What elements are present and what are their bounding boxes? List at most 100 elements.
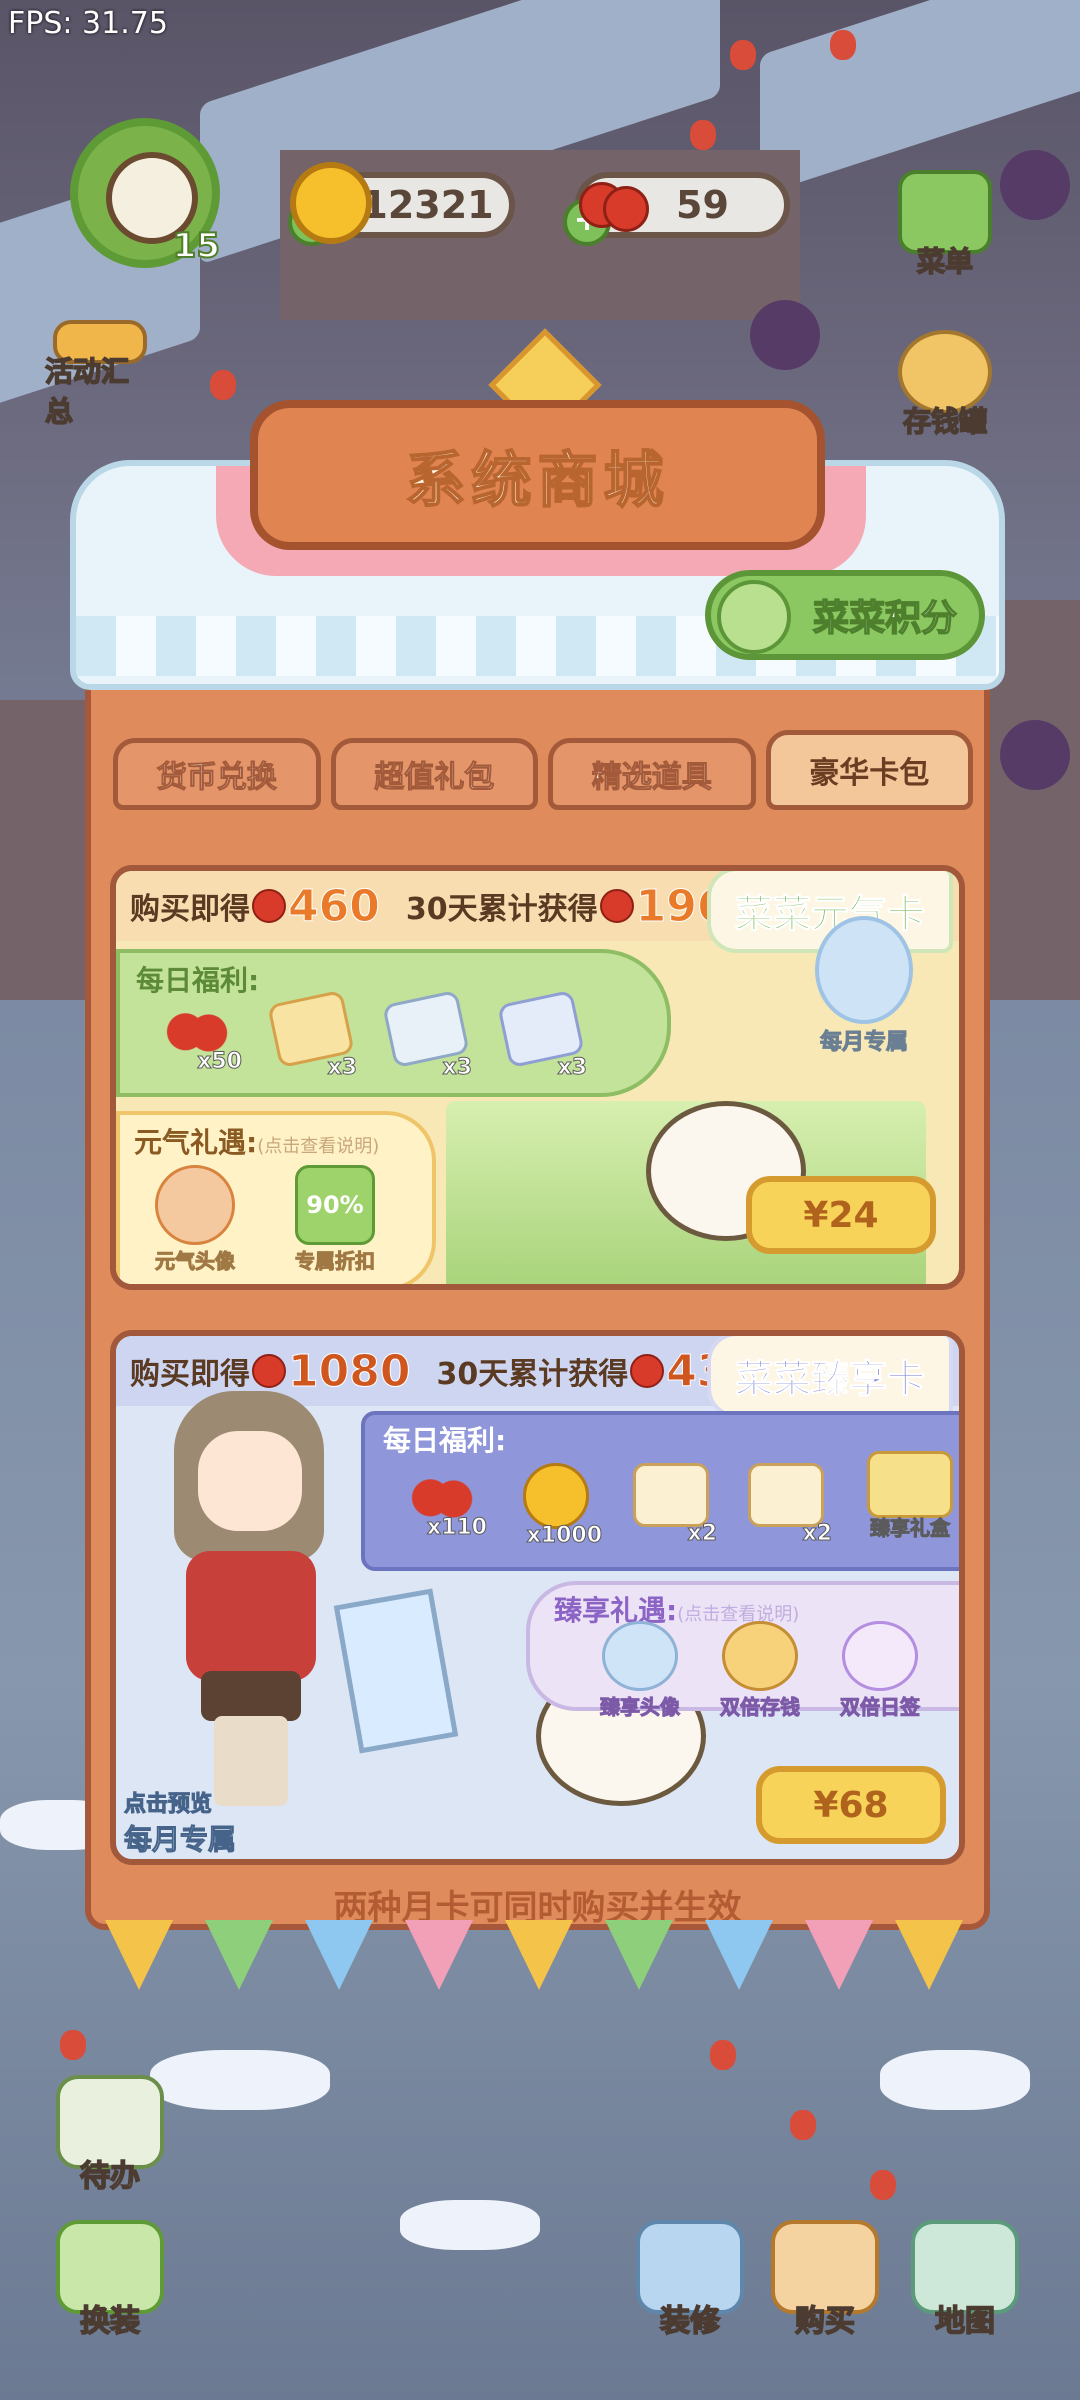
outfit-preview[interactable] bbox=[156, 1391, 346, 1821]
vegetable-points-button[interactable]: 菜菜积分 bbox=[705, 570, 985, 660]
premium-gift-perks[interactable]: 臻享礼遇:(点击查看说明) 臻享头像 双倍存钱 双倍日签 bbox=[526, 1581, 959, 1720]
event-summary-button[interactable]: 活动汇总 bbox=[44, 320, 155, 430]
bunting-decoration bbox=[85, 1920, 990, 2000]
decorate-button[interactable]: 装修 bbox=[630, 2220, 750, 2340]
reward-qty: x1000 bbox=[526, 1523, 602, 1549]
crown-box-icon bbox=[748, 1463, 824, 1527]
reward-item: x110 bbox=[395, 1463, 488, 1553]
reward-qty: x3 bbox=[327, 1055, 357, 1081]
perk-double-checkin: 双倍日签 bbox=[820, 1621, 940, 1721]
perk-avatar: 元气头像 bbox=[140, 1165, 250, 1275]
todo-button[interactable]: 待办 bbox=[50, 2075, 170, 2195]
event-summary-label: 活动汇总 bbox=[44, 354, 130, 429]
energy-card-buy-button[interactable]: ¥24 bbox=[746, 1176, 936, 1254]
discount-icon: 90% bbox=[295, 1165, 375, 1245]
dress-up-label: 换装 bbox=[79, 2303, 141, 2340]
premium-card: 购买即得 1080 30天累计获得 4380 菜菜臻享卡 点击预览 每月专属 每… bbox=[110, 1330, 965, 1865]
premium-daily-rewards: 每日福利: x110 x1000 x2 x2 臻享礼盒 bbox=[361, 1411, 959, 1571]
buy-get-label: 购买即得 bbox=[130, 892, 250, 927]
daily-label: 每日福利: bbox=[136, 964, 260, 997]
piggy-bank-button[interactable]: 存钱罐 bbox=[890, 330, 1000, 440]
daily-label: 每日福利: bbox=[383, 1424, 507, 1457]
tab-featured-items[interactable]: 精选道具 bbox=[548, 738, 756, 810]
avatar-frame-icon bbox=[155, 1165, 235, 1245]
reward-qty: x3 bbox=[442, 1055, 472, 1081]
shop-title-board: 系统商城 bbox=[250, 400, 825, 550]
perk-avatar: 臻享头像 bbox=[580, 1621, 700, 1721]
gift-title: 元气礼遇:(点击查看说明) bbox=[134, 1121, 379, 1161]
energy-gift-perks[interactable]: 元气礼遇:(点击查看说明) 元气头像 90% 专属折扣 bbox=[116, 1111, 436, 1284]
reward-qty: x2 bbox=[802, 1521, 832, 1547]
cherry-icon bbox=[406, 1463, 476, 1521]
fps-counter: FPS: 31.75 bbox=[8, 6, 168, 41]
reward-qty: x2 bbox=[687, 1521, 717, 1547]
reward-item: x3 bbox=[380, 989, 472, 1087]
perk-label: 专属折扣 bbox=[295, 1249, 376, 1274]
perk-label: 双倍存钱 bbox=[720, 1695, 801, 1720]
reward-item: x1000 bbox=[510, 1463, 603, 1553]
tab-value-packs[interactable]: 超值礼包 bbox=[330, 738, 538, 810]
map-button[interactable]: 地图 bbox=[905, 2220, 1025, 2340]
player-avatar[interactable]: 15 bbox=[70, 118, 221, 268]
menu-label: 菜单 bbox=[916, 244, 974, 279]
map-label: 地图 bbox=[934, 2303, 996, 2340]
coin-amount: 12321 bbox=[361, 183, 494, 227]
cherry-icon bbox=[599, 889, 634, 923]
preview-big-label: 每月专属 bbox=[123, 1823, 237, 1857]
total-label: 30天累计获得 bbox=[405, 892, 598, 927]
perk-label: 臻享头像 bbox=[600, 1695, 681, 1720]
reward-item: x3 bbox=[265, 989, 357, 1087]
reward-item: x2 bbox=[740, 1463, 832, 1553]
todo-label: 待办 bbox=[79, 2158, 141, 2195]
preview-label[interactable]: 点击预览 每月专属 bbox=[123, 1786, 237, 1858]
cherry-icon bbox=[252, 1354, 286, 1388]
cherry-icon bbox=[575, 158, 649, 232]
gift-hint: (点击查看说明) bbox=[257, 1136, 380, 1157]
reward-qty: x50 bbox=[197, 1049, 243, 1075]
energy-card: 购买即得 460 30天累计获得 1960 菜菜元气卡 每日福利: x50 x3 bbox=[110, 865, 965, 1290]
shop-title: 系统商城 bbox=[405, 445, 670, 517]
cherry-icon bbox=[161, 997, 231, 1055]
gift-label: 元气礼遇: bbox=[134, 1126, 258, 1159]
cabbage-icon bbox=[717, 580, 791, 654]
piggy-bank-label: 存钱罐 bbox=[902, 404, 988, 439]
gift-box-label: 臻享礼盒 bbox=[870, 1516, 951, 1541]
tab-deluxe-cards[interactable]: 豪华卡包 bbox=[765, 730, 973, 810]
gift-box-icon bbox=[867, 1451, 953, 1518]
vegetable-points-label: 菜菜积分 bbox=[812, 597, 958, 640]
preview-small-label: 点击预览 bbox=[123, 1792, 213, 1818]
checkin-icon bbox=[842, 1621, 918, 1691]
dress-up-button[interactable]: 换装 bbox=[50, 2220, 170, 2340]
cherry-amount: 59 bbox=[676, 183, 729, 227]
menu-button[interactable]: 菜单 bbox=[890, 170, 1000, 280]
reward-item: x2 bbox=[625, 1463, 717, 1553]
premium-card-buy-button[interactable]: ¥68 bbox=[756, 1766, 946, 1844]
mirror-icon bbox=[333, 1588, 459, 1754]
ice-sculpture-icon bbox=[815, 916, 913, 1024]
coin-icon bbox=[290, 162, 372, 244]
total-label: 30天累计获得 bbox=[436, 1357, 629, 1392]
buy-button[interactable]: 购买 bbox=[765, 2220, 885, 2340]
monthly-exclusive-item[interactable]: 每月专属 bbox=[804, 916, 924, 1056]
reward-item: x3 bbox=[495, 989, 587, 1087]
buy-get-label: 购买即得 bbox=[130, 1357, 250, 1392]
perk-discount: 90% 专属折扣 bbox=[280, 1165, 390, 1275]
sprout-box-icon bbox=[633, 1463, 709, 1527]
perk-label: 元气头像 bbox=[155, 1249, 236, 1274]
premium-gift-box[interactable]: 臻享礼盒 bbox=[855, 1451, 959, 1541]
tab-currency-exchange[interactable]: 货币兑换 bbox=[113, 738, 321, 810]
buy-label: 购买 bbox=[794, 2303, 856, 2340]
avatar-frame-icon bbox=[602, 1621, 678, 1691]
shop-tabs: 货币兑换 超值礼包 精选道具 豪华卡包 bbox=[113, 730, 973, 810]
cherry-icon bbox=[252, 889, 286, 923]
cherry-icon bbox=[630, 1354, 665, 1388]
double-savings-icon bbox=[722, 1621, 798, 1691]
perk-label: 双倍日签 bbox=[840, 1695, 921, 1720]
buy-get-amount: 460 bbox=[288, 880, 381, 932]
energy-daily-rewards: 每日福利: x50 x3 x3 x3 bbox=[116, 949, 671, 1097]
perk-double-savings: 双倍存钱 bbox=[700, 1621, 820, 1721]
coin-icon bbox=[523, 1463, 589, 1529]
shop-panel: 系统商城 菜菜积分 货币兑换 超值礼包 精选道具 豪华卡包 购买即得 460 3… bbox=[70, 328, 1005, 1990]
buy-get-amount: 1080 bbox=[287, 1345, 411, 1397]
premium-card-name: 菜菜臻享卡 bbox=[706, 1336, 953, 1418]
